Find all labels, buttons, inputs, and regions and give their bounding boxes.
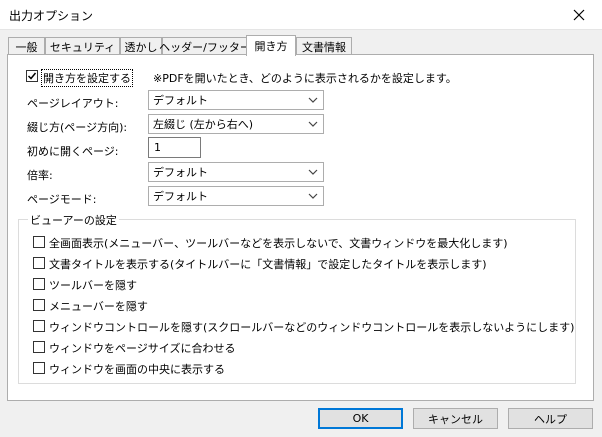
tab-general[interactable]: 一般 bbox=[8, 37, 45, 55]
binding-select[interactable]: 左綴じ (左から右へ) bbox=[148, 114, 324, 134]
center-window-checkbox[interactable] bbox=[33, 362, 45, 374]
show-doc-title-checkbox[interactable] bbox=[33, 257, 45, 269]
viewer-settings-title: ビューアーの設定 bbox=[28, 212, 119, 228]
window-title: 出力オプション bbox=[9, 9, 94, 23]
zoom-label: 倍率: bbox=[27, 169, 53, 182]
tab-watermark[interactable]: 透かし bbox=[120, 37, 162, 55]
hide-window-controls-label[interactable]: ウィンドウコントロールを隠す(スクロールバーなどのウィンドウコントロールを表示し… bbox=[49, 319, 574, 335]
center-window-label[interactable]: ウィンドウを画面の中央に表示する bbox=[49, 361, 225, 377]
page-mode-value: デフォルト bbox=[153, 190, 208, 203]
fit-window-label[interactable]: ウィンドウをページサイズに合わせる bbox=[49, 340, 235, 356]
checkmark-icon bbox=[27, 72, 37, 80]
chevron-down-icon bbox=[308, 97, 318, 103]
hide-toolbar-checkbox[interactable] bbox=[33, 278, 45, 290]
tab-header-footer[interactable]: ヘッダー/フッター bbox=[159, 37, 251, 55]
chevron-down-icon bbox=[308, 121, 318, 127]
cancel-button[interactable]: キャンセル bbox=[413, 408, 498, 429]
tab-document-info[interactable]: 文書情報 bbox=[296, 37, 352, 55]
tab-open-method[interactable]: 開き方 bbox=[246, 35, 296, 56]
enable-open-settings-label[interactable]: 開き方を設定する bbox=[41, 69, 133, 87]
hide-window-controls-checkbox[interactable] bbox=[33, 320, 45, 332]
tab-security[interactable]: セキュリティ bbox=[45, 37, 120, 55]
title-bar: 出力オプション bbox=[0, 0, 602, 30]
hide-menubar-checkbox[interactable] bbox=[33, 299, 45, 311]
zoom-value: デフォルト bbox=[153, 166, 208, 179]
page-layout-value: デフォルト bbox=[153, 94, 208, 107]
binding-value: 左綴じ (左から右へ) bbox=[153, 118, 254, 131]
hide-menubar-label[interactable]: メニューバーを隠す bbox=[49, 298, 148, 314]
close-button[interactable] bbox=[556, 0, 602, 30]
close-icon bbox=[573, 9, 585, 21]
page-layout-select[interactable]: デフォルト bbox=[148, 90, 324, 110]
show-doc-title-label[interactable]: 文書タイトルを表示する(タイトルバーに「文書情報」で設定したタイトルを表示します… bbox=[49, 256, 487, 272]
chevron-down-icon bbox=[308, 193, 318, 199]
first-page-label: 初めに開くページ: bbox=[27, 145, 119, 158]
first-page-input[interactable]: 1 bbox=[148, 137, 201, 158]
ok-button[interactable]: OK bbox=[318, 408, 403, 429]
page-mode-label: ページモード: bbox=[27, 193, 97, 206]
enable-open-settings-checkbox[interactable] bbox=[26, 70, 38, 82]
page-mode-select[interactable]: デフォルト bbox=[148, 186, 324, 206]
fit-window-checkbox[interactable] bbox=[33, 341, 45, 353]
hide-toolbar-label[interactable]: ツールバーを隠す bbox=[49, 277, 137, 293]
binding-label: 綴じ方(ページ方向): bbox=[27, 121, 128, 134]
open-settings-note: ※PDFを開いたとき、どのように表示されるかを設定します。 bbox=[153, 72, 457, 85]
chevron-down-icon bbox=[308, 169, 318, 175]
help-button[interactable]: ヘルプ bbox=[508, 408, 593, 429]
zoom-select[interactable]: デフォルト bbox=[148, 162, 324, 182]
full-screen-checkbox[interactable] bbox=[33, 236, 45, 248]
full-screen-label[interactable]: 全画面表示(メニューバー、ツールバーなどを表示しないで、文書ウィンドウを最大化し… bbox=[49, 235, 508, 251]
page-layout-label: ページレイアウト: bbox=[27, 97, 119, 110]
